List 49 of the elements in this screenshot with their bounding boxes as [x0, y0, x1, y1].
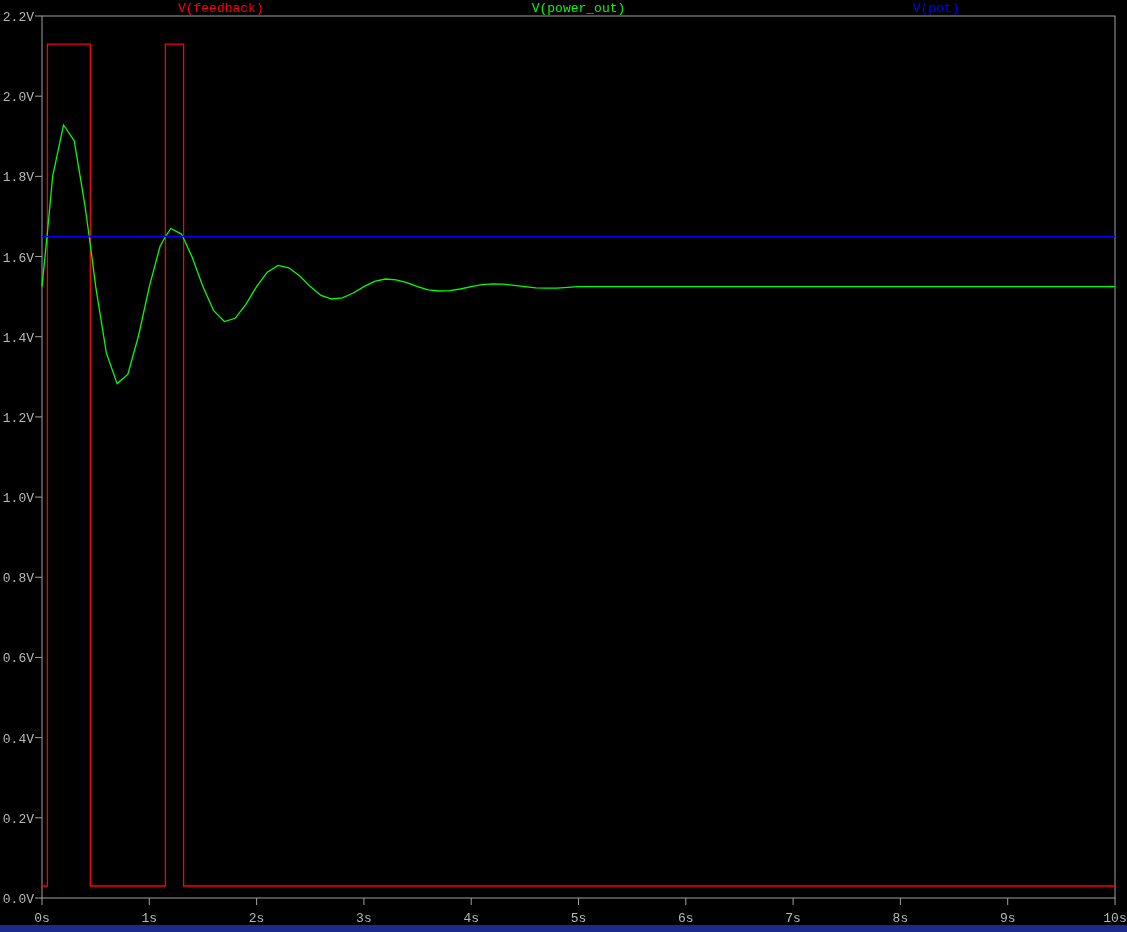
y-tick — [34, 737, 43, 739]
series-label: V(pot) — [912, 1, 960, 16]
y-tick-label: 0.6V — [2, 651, 34, 667]
y-tick-label: 1.4V — [2, 330, 34, 346]
y-tick-label: 0.8V — [2, 571, 34, 587]
x-tick — [470, 897, 472, 906]
x-tick — [899, 897, 901, 906]
y-tick-label: 2.0V — [2, 90, 34, 106]
series-label: V(power_out) — [531, 1, 626, 16]
y-tick — [34, 817, 43, 819]
y-tick — [34, 336, 43, 338]
x-tick-label: 8s — [892, 911, 909, 925]
y-tick — [34, 496, 43, 498]
x-tick — [1114, 897, 1116, 906]
x-tick — [578, 897, 579, 906]
x-tick-label: 9s — [999, 911, 1016, 925]
x-tick-label: 0s — [34, 911, 50, 925]
x-tick-label: 4s — [463, 911, 479, 925]
x-tick — [363, 897, 365, 906]
y-tick-label: 1.0V — [2, 491, 34, 507]
x-tick-label: 6s — [678, 911, 694, 925]
x-tick-label: 3s — [356, 911, 372, 925]
series-label: V(feedback) — [177, 1, 264, 16]
x-tick — [685, 897, 687, 906]
x-tick — [41, 897, 43, 906]
y-tick-label: 1.6V — [2, 250, 34, 266]
y-tick — [34, 656, 43, 658]
x-tick-label: 10s — [1103, 911, 1127, 925]
y-tick — [34, 175, 43, 177]
y-tick — [34, 15, 43, 17]
x-tick — [792, 897, 794, 906]
y-tick-label: 0.4V — [2, 731, 34, 747]
y-tick — [34, 416, 43, 418]
x-tick-label: 5s — [570, 911, 587, 925]
y-tick — [34, 897, 43, 899]
x-tick — [148, 897, 150, 906]
y-tick — [34, 576, 43, 578]
y-tick-label: 0.0V — [2, 892, 34, 907]
x-tick-label: 2s — [248, 911, 265, 925]
y-tick — [34, 95, 43, 97]
y-tick-label: 2.2V — [2, 10, 34, 25]
y-tick-label: 0.2V — [2, 811, 34, 827]
x-tick — [1007, 897, 1009, 906]
x-tick — [256, 897, 258, 906]
x-tick-label: 7s — [785, 911, 801, 925]
x-tick-label: 1s — [141, 911, 158, 925]
y-tick-label: 1.8V — [2, 170, 34, 186]
y-tick-label: 1.2V — [2, 410, 34, 426]
y-tick — [34, 256, 43, 258]
